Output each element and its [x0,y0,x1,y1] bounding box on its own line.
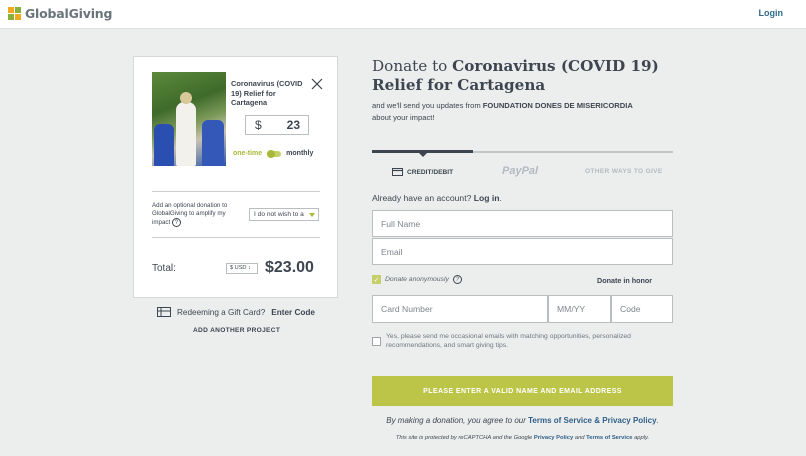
google-terms-link[interactable]: Terms of Service [586,435,632,441]
gift-card-row: Redeeming a Gift Card? Enter Code [157,307,315,317]
frequency-one-time[interactable]: one-time [233,150,262,157]
project-card: Coronavirus (COVID 19) Relief for Cartag… [133,56,338,298]
login-inline-link[interactable]: Log in [474,193,500,203]
email-optin-label: Yes, please send me occasional emails wi… [386,333,631,349]
recaptcha-notice: This site is protected by reCAPTCHA and … [372,435,673,441]
globalgiving-logo[interactable]: GlobalGiving [8,6,112,21]
login-link[interactable]: Login [759,8,784,18]
frequency-toggle[interactable] [267,149,282,158]
recaptcha-suffix: apply. [634,435,650,441]
donate-sub-suffix: about your impact! [372,112,435,122]
card-number-field[interactable]: Card Number [372,295,548,323]
gift-card-icon [157,307,171,317]
total-label: Total: [152,263,176,274]
optional-donation-label: Add an optional donation to GlobalGiving… [152,202,228,227]
payment-tabs-indicator [372,150,673,157]
privacy-policy-link[interactable]: Privacy Policy [602,416,656,425]
terms-end: . [656,416,659,425]
add-another-project-link[interactable]: ADD ANOTHER PROJECT [193,327,280,334]
donate-heading-prefix: Donate to [372,57,448,75]
donate-sub-prefix: and we'll send you updates from [372,101,481,110]
credit-card-icon [392,168,403,176]
donate-anonymously-row: ✓ Donate anonymously ? [372,275,462,284]
email-optin-checkbox[interactable] [372,337,381,346]
optional-donation-text: Add an optional donation to GlobalGiving… [152,202,244,227]
email-optin-row: Yes, please send me occasional emails wi… [372,332,662,350]
donate-in-honor-link[interactable]: Donate in honor [597,276,652,285]
full-name-field[interactable]: Full Name [372,210,673,237]
amount-input[interactable]: $ 23 [245,115,309,135]
terms-prefix: By making a donation, you agree to our [386,416,526,425]
tab-credit-debit-label: CREDIT/DEBIT [407,168,454,176]
anonymous-label: Donate anonymously [385,276,449,283]
help-icon[interactable]: ? [452,275,462,284]
frequency-toggle-row: one-time monthly [233,149,313,158]
donate-subtitle: and we'll send you updates from FOUNDATI… [372,100,642,123]
close-icon[interactable] [310,77,324,91]
top-navbar: GlobalGiving Login [0,0,806,29]
optional-donation-select[interactable]: I do not wish to a [249,208,319,221]
account-prompt-text: Already have an account? [372,193,472,203]
anonymous-checkbox[interactable]: ✓ [372,275,381,284]
logo-text: GlobalGiving [25,6,113,21]
recaptcha-and: and [574,435,585,441]
tab-paypal[interactable]: PayPal [502,165,538,177]
currency-symbol: $ [255,118,262,132]
frequency-monthly[interactable]: monthly [286,150,313,157]
total-value: $23.00 [265,259,314,276]
gift-card-prefix: Redeeming a Gift Card? [177,307,266,317]
enter-code-link[interactable]: Enter Code [271,308,315,317]
terms-text: By making a donation, you agree to our T… [372,416,673,425]
terms-of-service-link[interactable]: Terms of Service [528,416,592,425]
logo-mark-icon [8,7,21,20]
optional-donation-select-value: I do not wish to a [254,211,304,218]
chevron-down-icon [309,213,315,217]
submit-donation-button[interactable]: PLEASE ENTER A VALID NAME AND EMAIL ADDR… [372,376,673,406]
security-code-field[interactable]: Code [611,295,673,323]
help-icon[interactable]: ? [171,218,181,227]
terms-ampersand: & [594,416,601,425]
amount-value: 23 [286,118,300,132]
project-thumbnail [152,72,226,166]
organization-name: FOUNDATION DONES DE MISERICORDIA [482,101,633,110]
tab-other-ways[interactable]: OTHER WAYS TO GIVE [585,168,663,175]
donate-heading: Donate to Coronavirus (COVID 19) Relief … [372,57,672,95]
expiry-field[interactable]: MM/YY [548,295,611,323]
divider [152,191,320,192]
project-title: Coronavirus (COVID 19) Relief for Cartag… [231,79,303,108]
currency-select[interactable]: $ USD ↕ [226,263,258,274]
divider [152,237,320,238]
google-privacy-link[interactable]: Privacy Policy [534,435,573,441]
email-field[interactable]: Email [372,238,673,265]
recaptcha-prefix: This site is protected by reCAPTCHA and … [395,435,533,441]
tab-credit-debit[interactable]: CREDIT/DEBIT [392,168,453,176]
account-prompt: Already have an account? Log in. [372,193,502,203]
account-prompt-period: . [499,193,502,203]
